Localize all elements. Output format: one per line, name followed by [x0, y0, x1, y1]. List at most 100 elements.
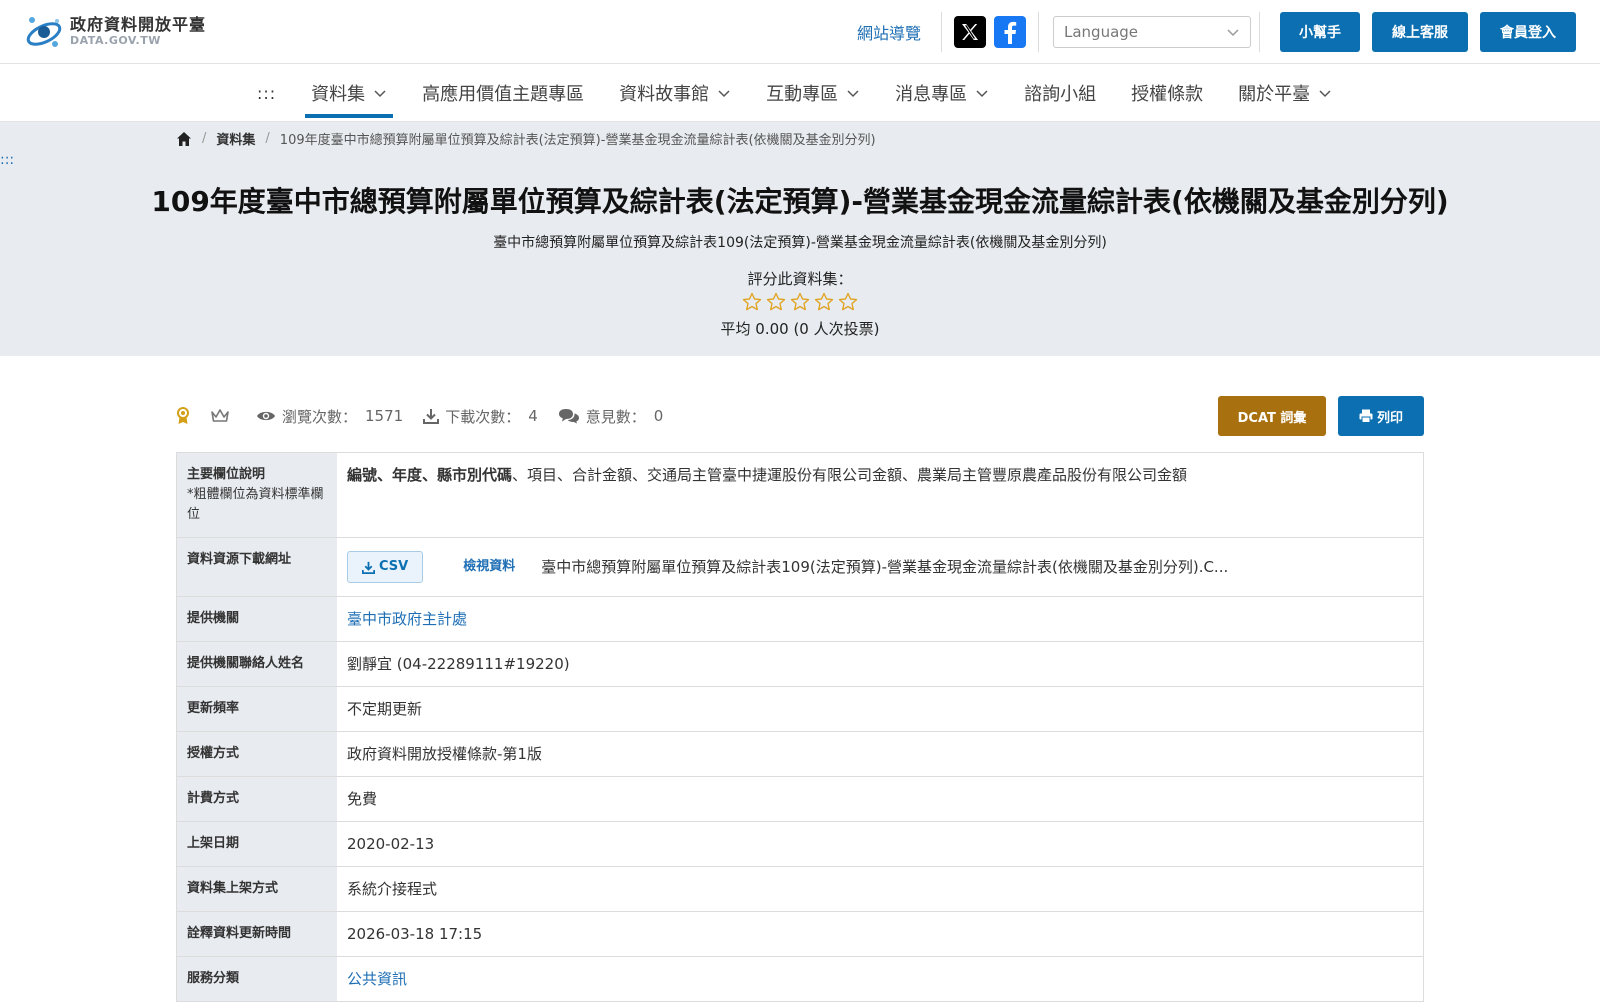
download-icon [423, 409, 440, 424]
nav-item-interactive[interactable]: 互動專區 [763, 64, 863, 122]
table-row: 主要欄位說明 *粗體欄位為資料標準欄位 編號、年度、縣市別代碼、項目、合計金額、… [177, 453, 1423, 538]
helper-button[interactable]: 小幫手 [1280, 12, 1360, 52]
downloads-count: 4 [528, 407, 538, 425]
printer-icon [1359, 409, 1373, 423]
online-service-button[interactable]: 線上客服 [1372, 12, 1468, 52]
breadcrumb-datasets[interactable]: 資料集 [216, 129, 255, 148]
eye-icon [257, 411, 275, 421]
download-icon [362, 561, 375, 574]
nav-item-news[interactable]: 消息專區 [892, 64, 992, 122]
row-header: 上架日期 [177, 822, 337, 866]
row-header: 提供機關 [177, 597, 337, 641]
nav-item-label: 關於平臺 [1238, 84, 1311, 105]
table-row: 授權方式 政府資料開放授權條款-第1版 [177, 732, 1423, 777]
table-row: 上架日期 2020-02-13 [177, 822, 1423, 867]
table-row: 資料資源下載網址 CSV 檢視資料 臺中市總預算附屬單位預算及綜計表109(法定… [177, 538, 1423, 597]
content-accesskey[interactable]: ::: [0, 152, 14, 168]
table-row: 詮釋資料更新時間 2026-03-18 17:15 [177, 912, 1423, 957]
star-icon[interactable] [742, 292, 762, 312]
star-icon[interactable] [790, 292, 810, 312]
dcat-vocabulary-button[interactable]: DCAT 詞彙 [1218, 396, 1326, 436]
rating-average: 平均 0.00 (0 人次投票) [720, 320, 880, 338]
language-select-value: Language [1064, 23, 1139, 41]
crown-icon [211, 409, 229, 422]
star-icon[interactable] [838, 292, 858, 312]
chevron-down-icon [374, 90, 386, 98]
nav-item-license[interactable]: 授權條款 [1128, 64, 1206, 122]
table-row: 提供機關 臺中市政府主計處 [177, 597, 1423, 642]
logo-subtitle: DATA.GOV.TW [70, 34, 161, 47]
metadata-updated-value: 2026-03-18 17:15 [347, 925, 483, 943]
nav-item-label: 高應用價值主題專區 [422, 84, 585, 105]
star-icon[interactable] [766, 292, 786, 312]
row-header: 計費方式 [177, 777, 337, 821]
views-count: 1571 [365, 407, 404, 425]
logo-title: 政府資料開放平臺 [70, 15, 207, 34]
nav-item-advisory[interactable]: 諮詢小組 [1021, 64, 1099, 122]
home-icon[interactable] [176, 131, 192, 147]
nav-item-label: 互動專區 [766, 84, 839, 105]
rating-label: 評分此資料集： [747, 270, 853, 288]
license-value: 政府資料開放授權條款-第1版 [347, 745, 542, 763]
comments-icon [558, 409, 579, 424]
row-header: 授權方式 [177, 732, 337, 776]
nav-item-label: 資料故事館 [619, 84, 710, 105]
sitemap-link[interactable]: 網站導覽 [857, 20, 921, 44]
nav-item-about[interactable]: 關於平臺 [1235, 64, 1335, 122]
facebook-icon[interactable] [994, 16, 1026, 48]
table-row: 服務分類 公共資訊 [177, 957, 1423, 1002]
chevron-down-icon [1319, 90, 1331, 98]
breadcrumb-current: 109年度臺中市總預算附屬單位預算及綜計表(法定預算)-營業基金現金流量綜計表(… [279, 133, 876, 148]
csv-label: CSV [379, 559, 409, 574]
table-row: 計費方式 免費 [177, 777, 1423, 822]
publish-date-value: 2020-02-13 [347, 835, 435, 853]
row-header: 服務分類 [177, 957, 337, 1001]
site-logo[interactable]: 政府資料開放平臺 DATA.GOV.TW [24, 12, 206, 50]
main-fields-label: 主要欄位說明 [187, 467, 266, 482]
main-nav: ::: 資料集 高應用價值主題專區 資料故事館 互動專區 消息專區 諮詢小組 授… [0, 64, 1600, 122]
site-header: 政府資料開放平臺 DATA.GOV.TW 網站導覽 Language 小幫手 線… [0, 0, 1600, 64]
dataset-stats: 瀏覽次數： 1571 下載次數： 4 意見數： 0 DCAT 詞彙 列印 [176, 396, 1424, 436]
update-frequency-value: 不定期更新 [347, 700, 423, 718]
nav-item-label: 資料集 [311, 84, 366, 105]
provider-agency-link[interactable]: 臺中市政府主計處 [347, 610, 467, 628]
nav-item-high-value[interactable]: 高應用價值主題專區 [419, 64, 587, 122]
member-login-button[interactable]: 會員登入 [1480, 12, 1576, 52]
language-select[interactable]: Language [1053, 16, 1251, 48]
page-subtitle: 臺中市總預算附屬單位預算及綜計表109(法定預算)-營業基金現金流量綜計表(依機… [493, 235, 1107, 251]
comments-label: 意見數： [585, 407, 646, 426]
nav-item-stories[interactable]: 資料故事館 [616, 64, 734, 122]
x-twitter-icon[interactable] [954, 16, 986, 48]
chevron-down-icon [976, 90, 988, 98]
chevron-down-icon [847, 90, 859, 98]
standard-fields: 編號、年度、縣市別代碼 [347, 466, 513, 484]
dataset-info-table: 主要欄位說明 *粗體欄位為資料標準欄位 編號、年度、縣市別代碼、項目、合計金額、… [176, 452, 1424, 1002]
nav-item-datasets[interactable]: 資料集 [305, 64, 394, 122]
print-button[interactable]: 列印 [1338, 396, 1424, 436]
other-fields: 、項目、合計金額、交通局主管臺中捷運股份有限公司金額、農業局主管豐原農產品股份有… [512, 466, 1188, 484]
table-row: 資料集上架方式 系統介接程式 [177, 867, 1423, 912]
chevron-down-icon [718, 90, 730, 98]
csv-download-button[interactable]: CSV [347, 551, 424, 583]
resource-file-name: 臺中市總預算附屬單位預算及綜計表109(法定預算)-營業基金現金流量綜計表(依機… [541, 558, 1229, 576]
row-header: 提供機關聯絡人姓名 [177, 642, 337, 686]
view-data-link[interactable]: 檢視資料 [463, 555, 515, 579]
table-row: 提供機關聯絡人姓名 劉靜宜 (04-22289111#19220) [177, 642, 1423, 687]
star-icon[interactable] [814, 292, 834, 312]
main-fields-value: 編號、年度、縣市別代碼、項目、合計金額、交通局主管臺中捷運股份有限公司金額、農業… [337, 453, 1423, 537]
breadcrumb-separator: / [202, 131, 207, 146]
table-row: 更新頻率 不定期更新 [177, 687, 1423, 732]
nav-accesskey[interactable]: ::: [257, 84, 276, 103]
contact-person-value: 劉靜宜 (04-22289111#19220) [347, 655, 570, 673]
download-url-label: 資料資源下載網址 [177, 538, 337, 596]
breadcrumb: / 資料集 / 109年度臺中市總預算附屬單位預算及綜計表(法定預算)-營業基金… [176, 129, 876, 148]
nav-item-label: 授權條款 [1131, 84, 1204, 105]
nav-item-label: 消息專區 [895, 84, 968, 105]
service-category-link[interactable]: 公共資訊 [347, 970, 407, 988]
page-title: 109年度臺中市總預算附屬單位預算及綜計表(法定預算)-營業基金現金流量綜計表(… [151, 185, 1449, 218]
chevron-down-icon [1227, 29, 1239, 37]
download-url-value: CSV 檢視資料 臺中市總預算附屬單位預算及綜計表109(法定預算)-營業基金現… [337, 538, 1423, 596]
divider [1038, 12, 1039, 52]
main-fields-note: *粗體欄位為資料標準欄位 [187, 487, 324, 522]
row-header: 資料集上架方式 [177, 867, 337, 911]
